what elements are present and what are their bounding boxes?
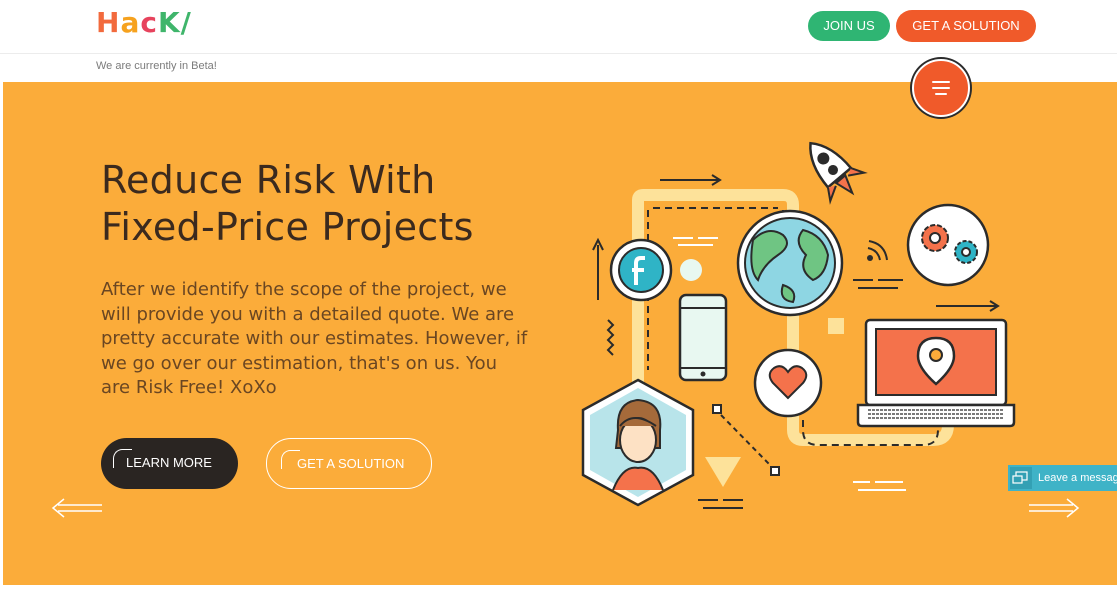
beta-notice: We are currently in Beta! <box>96 60 217 72</box>
menu-icon-line <box>932 87 950 89</box>
learn-more-label: LEARN MORE <box>126 455 212 470</box>
logo-letter-h: H <box>96 6 121 39</box>
menu-icon <box>932 81 950 83</box>
join-us-button[interactable]: JOIN US <box>808 11 890 41</box>
signal-icon <box>867 240 888 261</box>
get-solution-nav-button[interactable]: GET A SOLUTION <box>896 10 1036 42</box>
menu-icon-line <box>935 93 947 95</box>
hero-title-line-2: Fixed-Price Projects <box>101 205 474 249</box>
logo-letter-a: a <box>120 6 141 39</box>
leave-message-widget[interactable]: Leave a message <box>1008 465 1117 491</box>
gears-icon <box>906 203 990 287</box>
site-logo[interactable]: HacK/ <box>96 6 192 39</box>
heart-icon <box>753 348 823 418</box>
menu-button[interactable] <box>912 59 970 117</box>
arrow-right-icon[interactable] <box>1026 496 1081 520</box>
logo-letter-k: K <box>157 6 181 39</box>
phone-icon <box>678 293 728 382</box>
arrow-left-icon[interactable] <box>50 496 105 520</box>
rocket-icon <box>809 141 868 205</box>
get-solution-label: GET A SOLUTION <box>297 456 405 471</box>
leave-message-label: Leave a message <box>1038 472 1117 484</box>
hero-illustration <box>581 141 1016 509</box>
logo-letter-c: c <box>140 6 158 39</box>
globe-icon <box>736 209 844 317</box>
learn-more-button[interactable]: LEARN MORE <box>101 438 238 489</box>
logo-slash: / <box>180 6 192 39</box>
top-nav-bar: HacK/ JOIN US GET A SOLUTION <box>0 0 1117 54</box>
hero-title-line-1: Reduce Risk With <box>101 158 436 202</box>
facebook-icon <box>609 238 673 302</box>
get-solution-hero-button[interactable]: GET A SOLUTION <box>266 438 432 489</box>
hero-title: Reduce Risk With Fixed-Price Projects <box>101 157 474 251</box>
hero-description: After we identify the scope of the proje… <box>101 279 528 398</box>
avatar-icon <box>581 378 695 507</box>
